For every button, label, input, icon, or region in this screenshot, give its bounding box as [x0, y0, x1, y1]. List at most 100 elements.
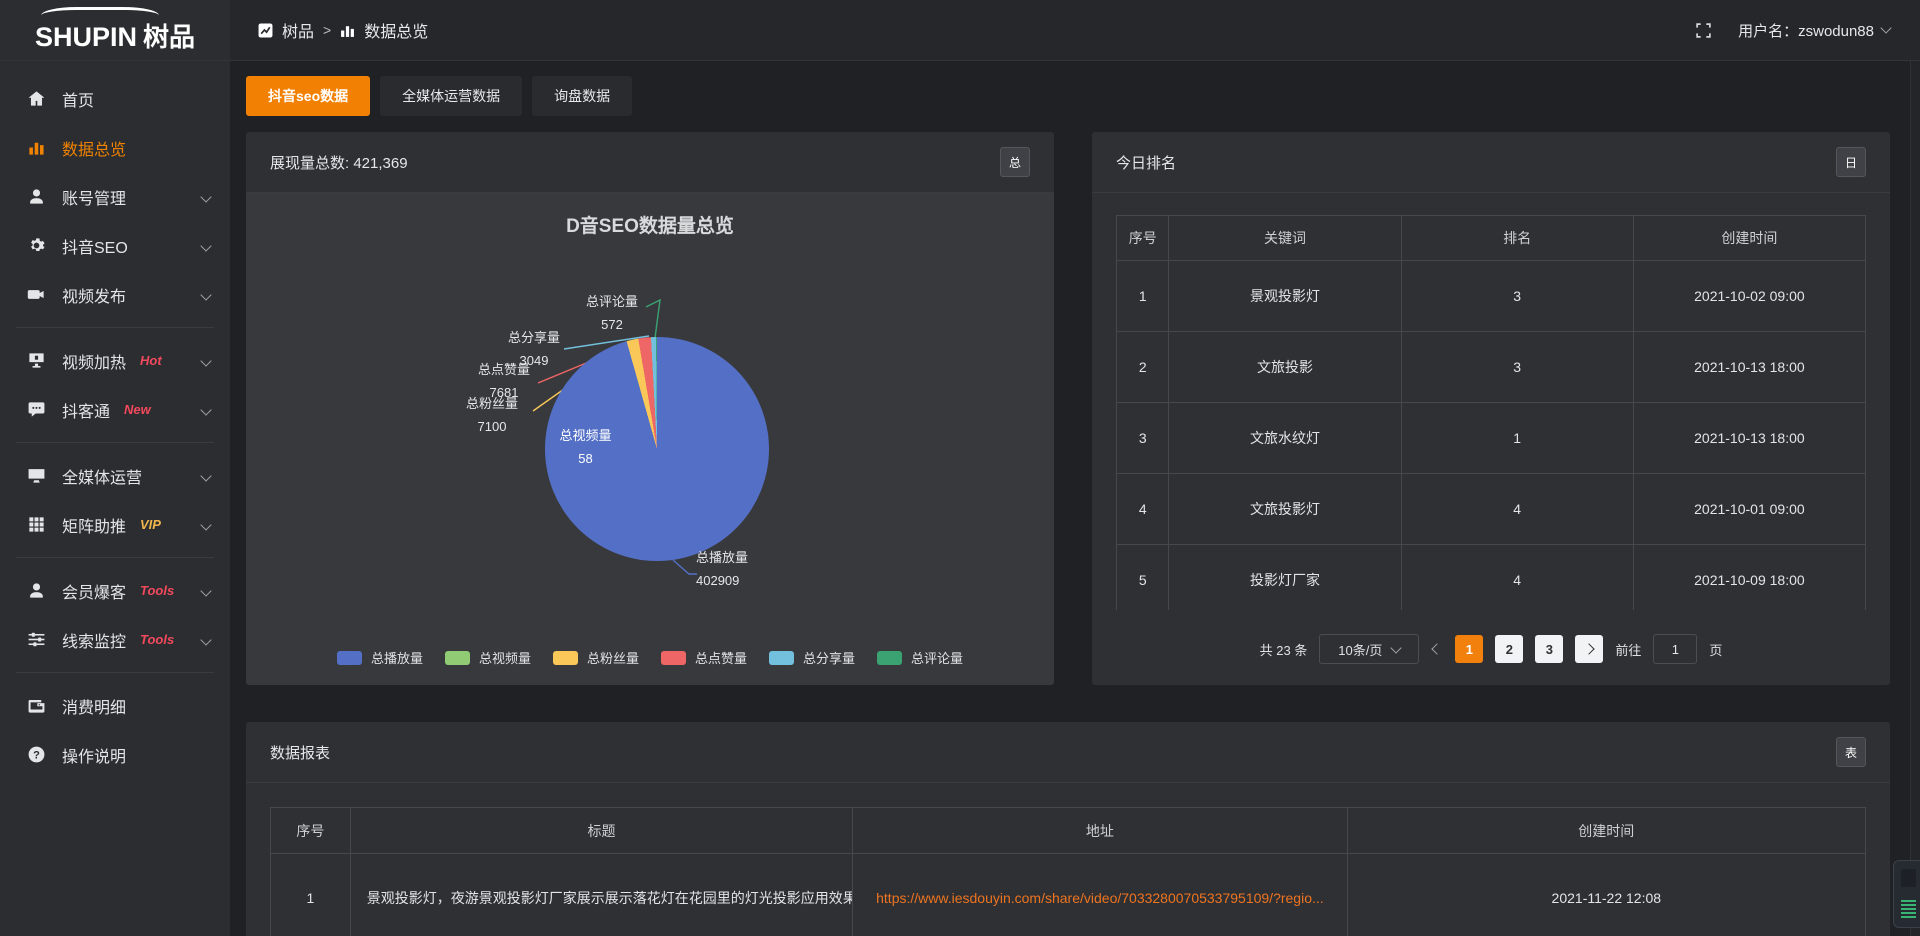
impressions-total-label: 展现量总数: 421,369: [270, 152, 408, 173]
col-created: 创建时间: [1633, 216, 1865, 261]
sidebar-item-matrix-boost[interactable]: 矩阵助推 VIP: [0, 500, 230, 549]
sidebar-item-instructions[interactable]: ? 操作说明: [0, 730, 230, 779]
chevron-down-icon: [200, 240, 211, 251]
brand-name-cn: 树品: [143, 22, 195, 52]
chevron-down-icon: [200, 404, 211, 415]
sidebar-item-doketong[interactable]: 抖客通 New: [0, 385, 230, 434]
sidebar-item-data-overview[interactable]: 数据总览: [0, 123, 230, 172]
user-menu[interactable]: 用户名：zswodun88: [1738, 20, 1890, 41]
sidebar-item-label: 操作说明: [62, 743, 126, 767]
floating-widget-screen: [1901, 869, 1916, 887]
sidebar-item-label: 首页: [62, 87, 94, 111]
label-total-comments: 总评论量 572: [568, 291, 656, 337]
grid-icon: [26, 515, 46, 535]
sidebar-item-account[interactable]: 账号管理: [0, 172, 230, 221]
chevron-down-icon: [200, 634, 211, 645]
label-total-plays: 总播放量 402909: [696, 547, 796, 593]
label-total-shares: 总分享量 3049: [488, 327, 580, 373]
brand-logo[interactable]: SHUPIN树品: [0, 0, 230, 60]
ranking-panel-header: 今日排名 日: [1092, 132, 1890, 193]
legend-item[interactable]: 总播放量: [337, 648, 423, 667]
chevron-down-icon: [200, 191, 211, 202]
legend-item[interactable]: 总点赞量: [661, 648, 747, 667]
tools-badge: Tools: [140, 632, 174, 647]
page-size-select[interactable]: 10条/页: [1319, 634, 1419, 664]
sidebar-item-label: 矩阵助推: [62, 513, 126, 537]
sliders-icon: [26, 630, 46, 650]
table-badge-button[interactable]: 表: [1836, 737, 1866, 767]
legend-item[interactable]: 总分享量: [769, 648, 855, 667]
col-created: 创建时间: [1347, 808, 1865, 854]
sidebar: 首页 数据总览 账号管理 抖音SEO 视频发布 视频加热 Hot: [0, 60, 230, 936]
data-tabs: 抖音seo数据 全媒体运营数据 询盘数据: [246, 76, 1890, 116]
next-page-button[interactable]: [1575, 635, 1603, 663]
chevron-left-icon: [1432, 643, 1443, 654]
legend-swatch: [877, 651, 902, 665]
legend-swatch: [337, 651, 362, 665]
chevron-right-icon: [1584, 643, 1595, 654]
sidebar-item-omnimedia[interactable]: 全媒体运营: [0, 451, 230, 500]
ranking-table: 序号 关键词 排名 创建时间 1 景观投影灯 3 2021-10-02 09:0…: [1116, 215, 1866, 610]
tab-douyin-seo-data[interactable]: 抖音seo数据: [246, 76, 370, 116]
report-panel: 数据报表 表 序号 标题 地址 创建时间 1 景观投影灯，夜游景观投影灯厂家展示…: [246, 722, 1890, 936]
sidebar-item-lead-monitor[interactable]: 线索监控 Tools: [0, 615, 230, 664]
sidebar-item-douyin-seo[interactable]: 抖音SEO: [0, 221, 230, 270]
table-header-row: 序号 关键词 排名 创建时间: [1117, 216, 1866, 261]
bar-chart-icon: [26, 138, 46, 158]
legend-item[interactable]: 总粉丝量: [553, 648, 639, 667]
goto-page-input[interactable]: [1653, 634, 1697, 664]
chevron-down-icon: [200, 470, 211, 481]
ranking-table-clip: 序号 关键词 排名 创建时间 1 景观投影灯 3 2021-10-02 09:0…: [1116, 215, 1866, 610]
hot-badge: Hot: [140, 353, 162, 368]
total-badge-button[interactable]: 总: [1000, 147, 1030, 177]
table-header-row: 序号 标题 地址 创建时间: [271, 808, 1866, 854]
col-title: 标题: [350, 808, 852, 854]
page-button-1[interactable]: 1: [1455, 635, 1483, 663]
col-keyword: 关键词: [1169, 216, 1401, 261]
chevron-down-icon: [200, 355, 211, 366]
sidebar-item-home[interactable]: 首页: [0, 74, 230, 123]
scrollbar-track[interactable]: [1910, 60, 1920, 936]
legend-item[interactable]: 总视频量: [445, 648, 531, 667]
sidebar-item-spend-detail[interactable]: 消费明细: [0, 681, 230, 730]
legend-item[interactable]: 总评论量: [877, 648, 963, 667]
sidebar-item-member-baoke[interactable]: 会员爆客 Tools: [0, 566, 230, 615]
pie-chart-area: D音SEO数据量总览 总播放量 402909 总视频量: [246, 193, 1054, 685]
breadcrumb-current: 数据总览: [364, 18, 428, 42]
goto-label: 前往: [1615, 640, 1641, 659]
sidebar-item-label: 数据总览: [62, 136, 126, 160]
page-button-2[interactable]: 2: [1495, 635, 1523, 663]
col-index: 序号: [1117, 216, 1169, 261]
sidebar-item-video-publish[interactable]: 视频发布: [0, 270, 230, 319]
floating-widget[interactable]: [1893, 860, 1920, 928]
wallet-icon: [26, 696, 46, 716]
sidebar-divider: [16, 557, 214, 558]
report-panel-header: 数据报表 表: [246, 722, 1890, 783]
page: SHUPIN树品 树品 > 数据总览 用户名：zswodun88: [0, 0, 1920, 936]
col-rank: 排名: [1401, 216, 1633, 261]
breadcrumb-root[interactable]: 树品: [282, 18, 314, 42]
col-index: 序号: [271, 808, 351, 854]
table-row: 1 景观投影灯 3 2021-10-02 09:00: [1117, 261, 1866, 332]
video-link[interactable]: https://www.iesdouyin.com/share/video/70…: [876, 890, 1324, 906]
sidebar-item-label: 视频发布: [62, 283, 126, 307]
total-count-label: 共 23 条: [1260, 640, 1308, 659]
ranking-panel-body: 序号 关键词 排名 创建时间 1 景观投影灯 3 2021-10-02 09:0…: [1092, 193, 1890, 685]
legend-swatch: [661, 651, 686, 665]
report-panel-title: 数据报表: [270, 742, 330, 763]
fullscreen-icon[interactable]: [1695, 22, 1712, 39]
sidebar-divider: [16, 327, 214, 328]
sidebar-item-video-heat[interactable]: 视频加热 Hot: [0, 336, 230, 385]
chevron-down-icon: [200, 585, 211, 596]
home-icon: [26, 89, 46, 109]
day-badge-button[interactable]: 日: [1836, 147, 1866, 177]
tab-inquiry-data[interactable]: 询盘数据: [532, 76, 632, 116]
new-badge: New: [124, 402, 151, 417]
prev-page-button[interactable]: [1431, 645, 1443, 653]
brand-name-en: SHUPIN: [35, 22, 137, 52]
page-button-3[interactable]: 3: [1535, 635, 1563, 663]
sidebar-item-label: 消费明细: [62, 694, 126, 718]
tab-omnimedia-data[interactable]: 全媒体运营数据: [380, 76, 522, 116]
goto-suffix-label: 页: [1709, 640, 1722, 659]
overview-panel-header: 展现量总数: 421,369 总: [246, 132, 1054, 193]
